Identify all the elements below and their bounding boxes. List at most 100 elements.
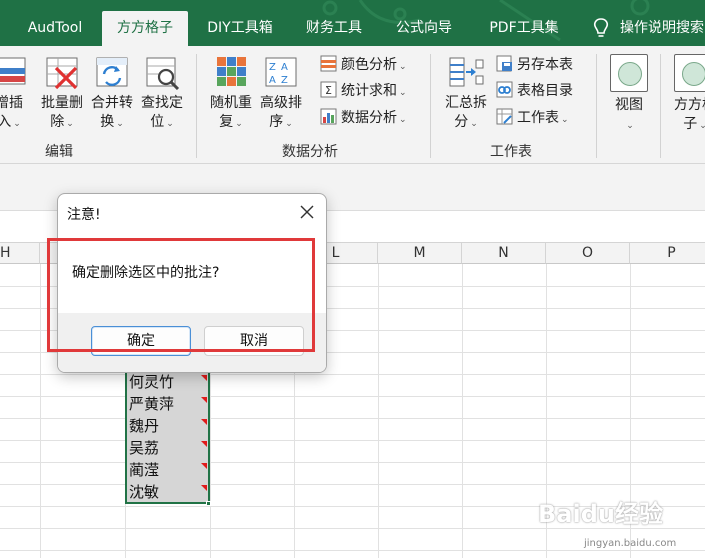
find-locate-button[interactable]: 查找定 位 ⌄	[138, 54, 186, 134]
random-repeat-label: 随机重	[210, 95, 252, 111]
watermark-url: jingyan.baidu.com	[584, 538, 677, 549]
comment-indicator	[201, 463, 207, 469]
worksheet-label: 工作表	[517, 110, 559, 126]
random-repeat-label-2: 复	[219, 114, 234, 130]
tab-pdf-tools[interactable]: PDF工具集	[476, 11, 572, 46]
summary-split-label: 汇总拆	[445, 95, 487, 111]
find-locate-icon	[146, 57, 180, 90]
group-label-edit: 编辑	[45, 144, 73, 160]
data-analysis-label: 数据分析	[341, 110, 397, 126]
cell[interactable]: 魏丹	[129, 415, 159, 437]
grid-line	[0, 484, 705, 485]
cell[interactable]: 蔺滢	[129, 459, 159, 481]
stat-sum-icon: Σ	[320, 81, 337, 98]
dialog-title: 注意!	[67, 207, 101, 223]
batch-delete-label-2: 除	[50, 114, 65, 130]
grid-line	[0, 440, 705, 441]
comment-indicator	[201, 419, 207, 425]
svg-text:Σ: Σ	[325, 84, 332, 97]
grid-line	[0, 374, 705, 375]
save-sheet-icon	[496, 55, 512, 72]
comment-indicator	[201, 375, 207, 381]
comment-indicator	[201, 441, 207, 447]
svg-text:A: A	[269, 75, 276, 86]
ffgz-label-2: 子	[683, 116, 698, 132]
color-analysis-icon	[320, 55, 337, 72]
grid-line	[0, 418, 705, 419]
insert-rows-icon	[0, 57, 26, 85]
sheet-directory-icon	[496, 81, 513, 98]
tell-me-search[interactable]: 操作说明搜索	[620, 11, 705, 46]
stat-sum-button[interactable]: Σ 统计求和 ⌄	[320, 80, 407, 102]
batch-delete-button[interactable]: 批量删 除 ⌄	[38, 54, 86, 134]
lightbulb-icon	[593, 18, 609, 37]
summary-split-button[interactable]: 汇总拆 分 ⌄	[440, 54, 492, 134]
cell[interactable]: 何灵竹	[129, 371, 174, 393]
worksheet-icon	[496, 108, 513, 125]
advanced-sort-label: 高级排	[260, 95, 302, 111]
summary-split-icon	[449, 57, 484, 87]
view-icon	[610, 54, 648, 92]
group-label-sheet: 工作表	[490, 144, 532, 160]
merge-convert-button[interactable]: 合并转 换 ⌄	[88, 54, 136, 134]
advanced-sort-icon: Z A A Z	[265, 57, 297, 87]
cell[interactable]: 吴荔	[129, 437, 159, 459]
view-button[interactable]: 视图 ⌄	[606, 54, 652, 136]
summary-split-label-2: 分	[454, 114, 469, 130]
worksheet-button[interactable]: 工作表 ⌄	[496, 107, 569, 129]
grid-line	[0, 550, 705, 551]
grid-line	[0, 462, 705, 463]
merge-convert-icon	[96, 57, 128, 87]
ribbon-separator	[596, 54, 597, 158]
column-header-h[interactable]: H	[0, 243, 40, 264]
color-analysis-button[interactable]: 颜色分析 ⌄	[320, 54, 407, 76]
merge-convert-label: 合并转	[91, 95, 133, 111]
random-repeat-button[interactable]: 随机重 复 ⌄	[206, 54, 256, 134]
sheet-directory-button[interactable]: 表格目录	[496, 80, 573, 102]
batch-delete-label: 批量删	[41, 95, 83, 111]
merge-convert-label-2: 换	[100, 114, 115, 130]
data-analysis-button[interactable]: 数据分析 ⌄	[320, 107, 407, 129]
ribbon-separator	[660, 54, 661, 158]
column-header-m[interactable]: M	[378, 243, 462, 264]
svg-text:A: A	[281, 62, 288, 73]
ribbon-separator	[196, 54, 197, 158]
comment-indicator	[201, 397, 207, 403]
random-repeat-icon	[217, 57, 246, 86]
tab-audtool[interactable]: AudTool	[14, 11, 96, 46]
ffgz-label: 方方格	[674, 97, 705, 113]
svg-text:Z: Z	[269, 62, 276, 73]
advanced-sort-label-2: 序	[269, 114, 284, 130]
batch-delete-icon	[46, 57, 78, 90]
ffgz-icon	[674, 54, 705, 92]
save-sheet-label: 另存本表	[517, 57, 573, 73]
ribbon-tab-bar: AudTool 方方格子 DIY工具箱 财务工具 公式向导 PDF工具集 操作说…	[0, 0, 705, 46]
tab-ffgz[interactable]: 方方格子	[102, 11, 188, 46]
advanced-sort-button[interactable]: Z A A Z 高级排 序 ⌄	[256, 54, 306, 134]
find-locate-label: 查找定	[141, 95, 183, 111]
close-icon[interactable]	[298, 203, 316, 221]
insert-label-2: 入	[0, 114, 12, 130]
cell[interactable]: 严黄萍	[129, 393, 174, 415]
tab-diy-toolbox[interactable]: DIY工具箱	[196, 11, 284, 46]
fill-handle[interactable]	[206, 501, 211, 506]
view-label: 视图	[615, 97, 643, 113]
cell[interactable]: 沈敏	[129, 481, 159, 503]
ffgz-button[interactable]: 方方格 子⌄	[670, 54, 705, 136]
grid-line	[0, 396, 705, 397]
comment-indicator	[201, 485, 207, 491]
sheet-directory-label: 表格目录	[517, 83, 573, 99]
group-label-analysis: 数据分析	[282, 144, 338, 160]
tab-finance-tools[interactable]: 财务工具	[296, 11, 372, 46]
column-header-p[interactable]: P	[630, 243, 705, 264]
data-analysis-icon	[320, 108, 337, 125]
ribbon-separator	[430, 54, 431, 158]
insert-button[interactable]: 增插 入 ⌄	[0, 54, 32, 134]
save-sheet-button[interactable]: 另存本表	[496, 54, 573, 76]
column-header-o[interactable]: O	[546, 243, 630, 264]
column-header-n[interactable]: N	[462, 243, 546, 264]
highlight-box	[47, 238, 315, 352]
tab-formula-wizard[interactable]: 公式向导	[386, 11, 462, 46]
stat-sum-label: 统计求和	[341, 83, 397, 99]
baidu-watermark: Baidu经验	[538, 500, 663, 528]
